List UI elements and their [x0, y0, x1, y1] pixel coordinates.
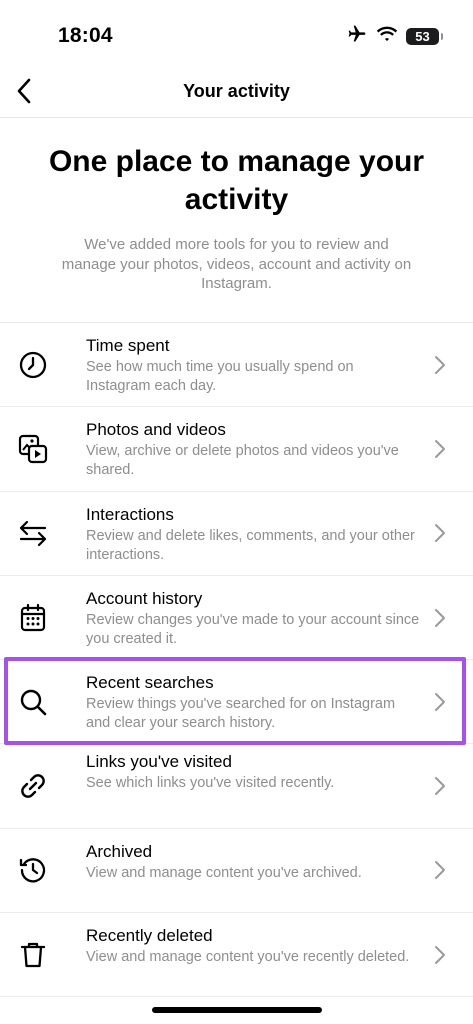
calendar-icon	[16, 601, 50, 635]
item-description: Review and delete likes, comments, and y…	[86, 527, 415, 563]
chevron-right-icon	[435, 777, 445, 796]
list-item-links-visited[interactable]: Links you've visited See which links you…	[0, 744, 473, 829]
airplane-icon	[346, 24, 368, 49]
list-item-recent-searches[interactable]: Recent searches Review things you've sea…	[0, 660, 473, 745]
item-title: Archived	[86, 841, 153, 861]
status-time: 18:04	[58, 24, 113, 47]
battery-icon: 53	[406, 27, 443, 45]
status-icons: 53	[346, 24, 443, 49]
item-title: Time spent	[86, 336, 170, 355]
list-item-recently-deleted[interactable]: Recently deleted View and manage content…	[0, 913, 473, 998]
item-description: Review things you've searched for on Ins…	[86, 696, 396, 732]
item-title: Interactions	[86, 504, 174, 524]
chevron-right-icon	[435, 945, 445, 964]
arrows-exchange-icon	[16, 516, 50, 550]
chevron-right-icon	[435, 861, 445, 880]
wifi-icon	[376, 25, 398, 48]
clock-icon	[16, 348, 50, 382]
chevron-right-icon	[435, 692, 445, 711]
list-item-photos-and-videos[interactable]: Photos and videos View, archive or delet…	[0, 407, 473, 492]
item-description: See which links you've visited recently.	[86, 775, 335, 792]
item-title: Recently deleted	[86, 926, 213, 946]
list-item-time-spent[interactable]: Time spent See how much time you usually…	[0, 323, 473, 408]
item-description: View, archive or delete photos and video…	[86, 443, 399, 479]
photos-videos-icon	[16, 432, 50, 466]
item-title: Recent searches	[86, 673, 214, 693]
hero-title: One place to manage your activity	[48, 145, 425, 216]
battery-level: 53	[415, 28, 430, 44]
item-description: Review changes you've made to your accou…	[86, 611, 420, 647]
status-bar: 18:04 53	[0, 0, 473, 64]
hero-subtitle: We've added more tools for you to review…	[61, 236, 412, 292]
item-title: Links you've visited	[86, 752, 232, 772]
chevron-right-icon	[435, 524, 445, 543]
chevron-right-icon	[435, 608, 445, 627]
chevron-right-icon	[435, 355, 445, 374]
item-description: View and manage content you've recently …	[86, 949, 410, 966]
link-icon	[16, 769, 50, 803]
item-description: See how much time you usually spend on I…	[86, 359, 354, 394]
search-icon	[16, 685, 50, 719]
home-indicator	[152, 1007, 322, 1013]
history-icon	[16, 853, 50, 887]
trash-icon	[16, 938, 50, 972]
item-title: Photos and videos	[86, 420, 226, 440]
item-description: View and manage content you've archived.	[86, 864, 362, 881]
nav-bar: Your activity	[0, 64, 473, 118]
list-item-account-history[interactable]: Account history Review changes you've ma…	[0, 576, 473, 661]
chevron-right-icon	[435, 439, 445, 458]
list-item-interactions[interactable]: Interactions Review and delete likes, co…	[0, 492, 473, 576]
list-item-archived[interactable]: Archived View and manage content you've …	[0, 829, 473, 914]
item-title: Account history	[86, 588, 203, 608]
activity-list: Time spent See how much time you usually…	[0, 322, 473, 998]
page-title: Your activity	[183, 81, 290, 101]
